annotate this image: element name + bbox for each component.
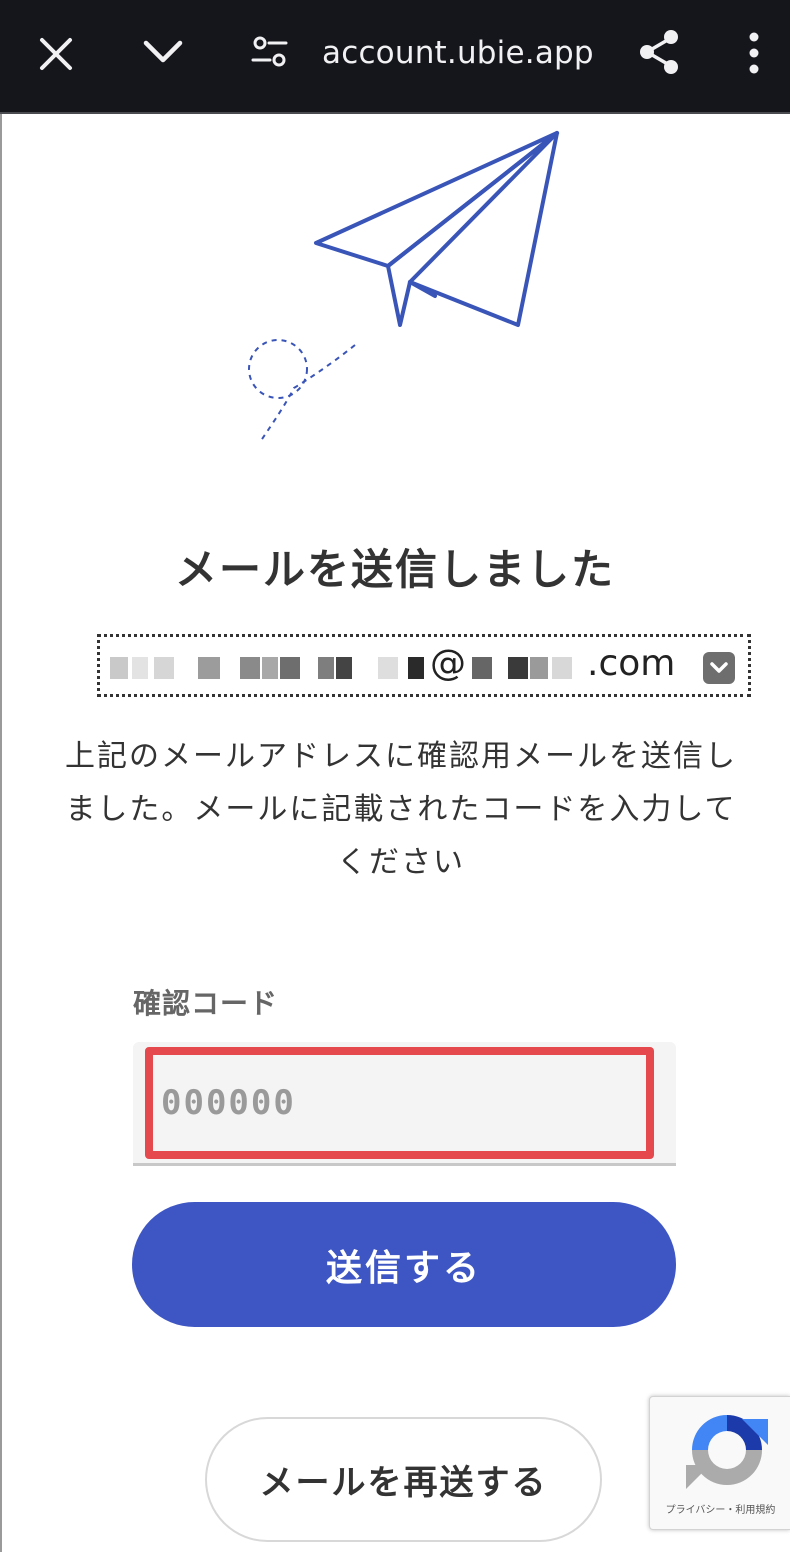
share-icon[interactable] xyxy=(636,28,682,76)
browser-toolbar: account.ubie.app xyxy=(0,0,790,114)
url-bar[interactable]: account.ubie.app xyxy=(322,30,594,76)
email-at-sign: @ xyxy=(430,643,466,684)
email-domain-suffix: .com xyxy=(587,643,676,684)
submit-button[interactable]: 送信する xyxy=(132,1202,676,1327)
email-redaction xyxy=(110,657,430,679)
instruction-text: 上記のメールアドレスに確認用メールを送信しました。メールに記載されたコードを入力… xyxy=(65,739,737,880)
chevron-down-icon[interactable] xyxy=(142,36,184,66)
verification-code-input[interactable] xyxy=(145,1047,654,1159)
recaptcha-badge[interactable]: プライバシー・利用規約 xyxy=(649,1396,790,1530)
site-settings-icon[interactable] xyxy=(250,34,290,70)
resend-email-button[interactable]: メールを再送する xyxy=(205,1417,602,1542)
email-display: @ .com xyxy=(97,634,751,697)
more-vert-icon[interactable] xyxy=(744,31,764,75)
code-label: 確認コード xyxy=(133,987,279,1020)
email-redaction-domain xyxy=(470,657,595,679)
recaptcha-links[interactable]: プライバシー・利用規約 xyxy=(650,1501,790,1516)
paper-plane-icon xyxy=(248,131,559,443)
close-icon[interactable] xyxy=(38,36,74,72)
page-title: メールを送信しました xyxy=(174,545,615,594)
autofill-chevron-icon[interactable] xyxy=(703,652,735,684)
recaptcha-icon xyxy=(686,1415,768,1489)
page-left-edge xyxy=(0,114,2,1552)
